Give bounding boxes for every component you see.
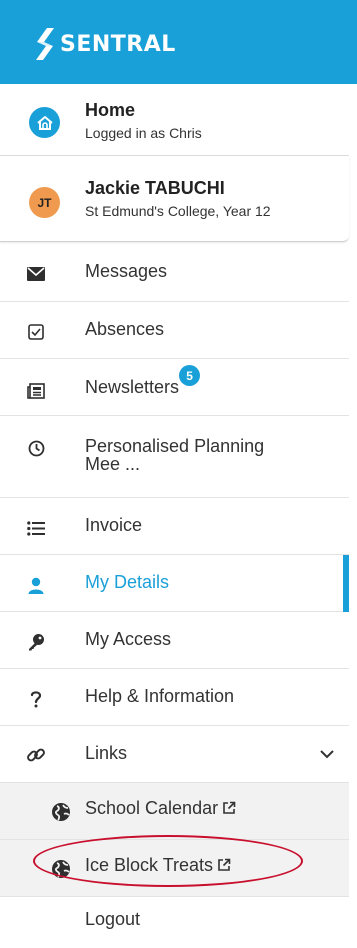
question-icon xyxy=(26,689,46,709)
sentral-logo[interactable]: SENTRAL xyxy=(34,24,176,64)
key-icon xyxy=(26,632,46,652)
nav-item-help[interactable]: Help & Information xyxy=(0,669,349,726)
active-indicator xyxy=(343,555,349,612)
nav-label-absences: Absences xyxy=(85,319,165,339)
nav-item-personalised-planning[interactable]: Personalised Planning Mee ... xyxy=(0,416,349,498)
link-item-school-calendar[interactable]: School Calendar xyxy=(0,783,349,840)
newsletters-count-badge: 5 xyxy=(179,365,201,386)
envelope-icon xyxy=(26,264,46,284)
list-icon xyxy=(26,518,46,538)
brand-name: SENTRAL xyxy=(60,31,176,57)
nav-label-newsletters: Newsletters5 xyxy=(85,365,201,398)
student-avatar: JT xyxy=(29,187,60,218)
student-profile[interactable]: JT Jackie TABUCHI St Edmund's College, Y… xyxy=(0,156,349,242)
globe-icon xyxy=(52,803,70,821)
nav-item-links[interactable]: Links xyxy=(0,726,349,783)
home-icon xyxy=(29,107,60,138)
planning-label-line1: Personalised Planning xyxy=(85,436,265,456)
nav-label-my-access: My Access xyxy=(85,629,172,649)
nav-label-my-details: My Details xyxy=(85,572,170,592)
external-link-icon xyxy=(218,858,231,871)
clock-icon xyxy=(26,438,46,458)
link-label-school-calendar: School Calendar xyxy=(85,798,236,819)
ice-block-treats-text: Ice Block Treats xyxy=(85,855,214,875)
nav-item-absences[interactable]: Absences xyxy=(0,302,349,359)
nav-item-newsletters[interactable]: Newsletters5 xyxy=(0,359,349,416)
user-icon xyxy=(26,575,46,595)
checkbox-icon xyxy=(26,322,46,342)
link-label-ice-block-treats: Ice Block Treats xyxy=(85,855,231,876)
planning-label-line2: Mee ... xyxy=(85,454,141,474)
sentral-logo-mark-icon xyxy=(36,28,54,60)
logout-link[interactable]: Logout xyxy=(85,909,140,930)
chevron-down-icon[interactable] xyxy=(319,746,335,762)
globe-icon xyxy=(52,860,70,878)
nav-item-my-details[interactable]: My Details xyxy=(0,555,349,612)
app-header: SENTRAL xyxy=(0,0,357,84)
home-title: Home xyxy=(85,100,136,120)
nav-item-my-access[interactable]: My Access xyxy=(0,612,349,669)
link-icon xyxy=(26,745,46,765)
home-link[interactable]: Home Logged in as Chris xyxy=(0,84,349,156)
nav-label-links: Links xyxy=(85,743,128,763)
logged-in-as: Logged in as Chris xyxy=(85,125,202,141)
newspaper-icon xyxy=(26,381,46,401)
link-item-ice-block-treats[interactable]: Ice Block Treats xyxy=(0,840,349,897)
nav-item-invoice[interactable]: Invoice xyxy=(0,498,349,555)
external-link-icon xyxy=(223,801,236,814)
student-school-year: St Edmund's College, Year 12 xyxy=(85,203,271,219)
nav-label-invoice: Invoice xyxy=(85,515,143,535)
nav-item-messages[interactable]: Messages xyxy=(0,242,349,302)
student-name: Jackie TABUCHI xyxy=(85,178,225,198)
nav-label-messages: Messages xyxy=(85,261,168,281)
school-calendar-text: School Calendar xyxy=(85,798,219,818)
nav-label-personalised-planning: Personalised Planning Mee ... xyxy=(85,437,264,473)
newsletters-text: Newsletters xyxy=(85,377,180,397)
nav-label-help: Help & Information xyxy=(85,686,235,706)
